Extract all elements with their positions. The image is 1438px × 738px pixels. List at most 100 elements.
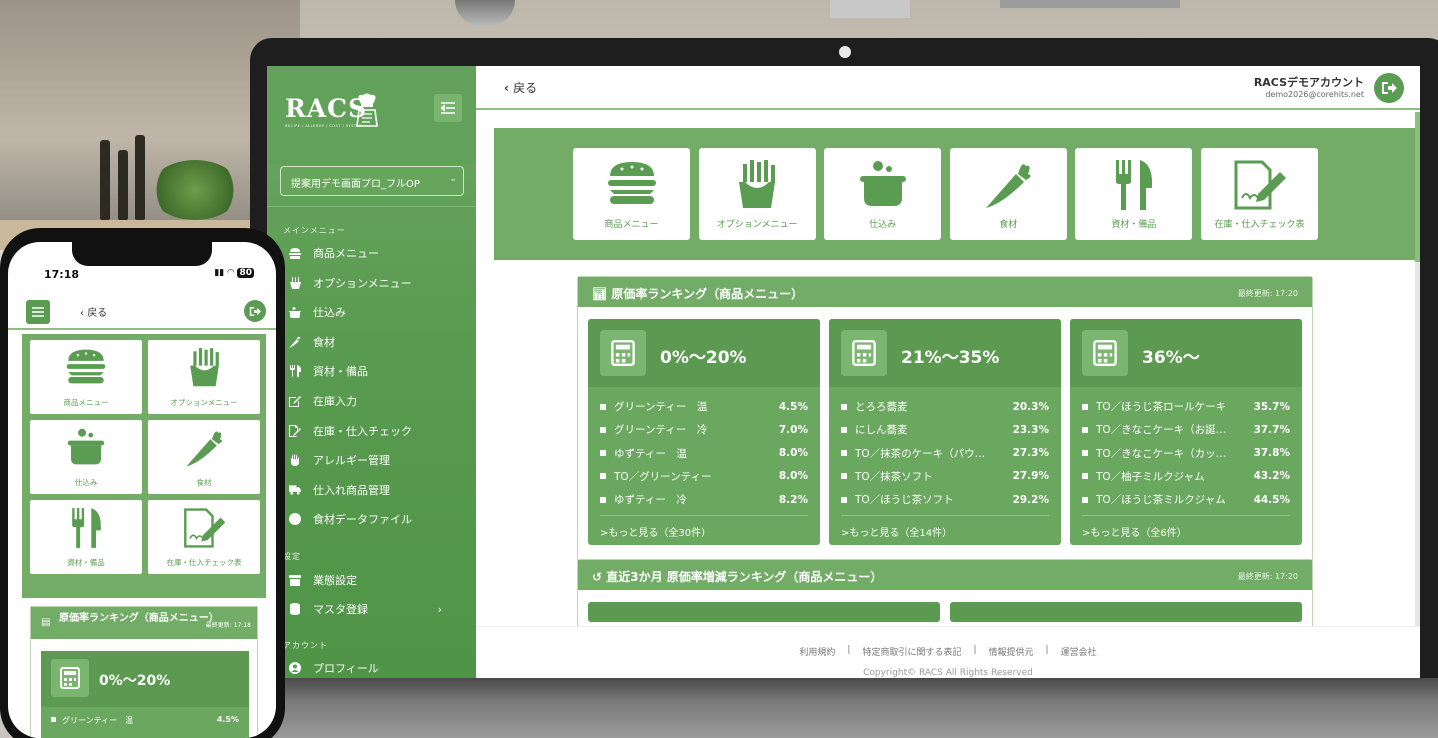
account-info: RACSデモアカウント demo2026@corehits.net bbox=[1254, 74, 1364, 99]
sidebar-item-2[interactable]: オプションメニュー bbox=[267, 270, 476, 296]
ranking-card[interactable]: 0%〜20% グリーンティー 温 4.5% bbox=[41, 651, 249, 738]
cutlery-icon bbox=[69, 508, 104, 552]
scrollbar-thumb[interactable] bbox=[1415, 112, 1420, 262]
ranking-card-3: 36%〜 TO／ほうじ茶ロールケーキ 35.7% TO／きなこケーキ（お誕… 37.7%… bbox=[1070, 319, 1302, 545]
ranking-row[interactable]: TO／きなこケーキ（カッ… 37.8% bbox=[1082, 446, 1290, 461]
ranking-row[interactable]: とろろ蕎麦 20.3% bbox=[841, 399, 1049, 414]
sidebar-item-5[interactable]: 資材・備品 bbox=[267, 358, 476, 384]
sidebar-item-4[interactable]: 食材 bbox=[267, 329, 476, 355]
phone-back-button[interactable]: ‹ 戻る bbox=[80, 304, 107, 319]
see-more-link[interactable]: >もっと見る（全14件） bbox=[841, 515, 1049, 539]
see-more-link[interactable]: >もっと見る（全30件） bbox=[600, 515, 808, 539]
phone-tile-6[interactable]: 在庫・仕入チェック表 bbox=[148, 500, 260, 574]
ranking-row[interactable]: ゆずティー 温 8.0% bbox=[600, 446, 808, 461]
phone-tile-1[interactable]: 商品メニュー bbox=[30, 340, 142, 414]
ranking-row[interactable]: TO／きなこケーキ（お誕… 37.7% bbox=[1082, 422, 1290, 437]
sidebar-item-10[interactable]: 食材データファイル bbox=[267, 506, 476, 532]
item-percent: 27.9% bbox=[1012, 470, 1049, 483]
collapse-icon bbox=[441, 102, 455, 114]
item-percent: 8.0% bbox=[778, 447, 808, 460]
tile-3[interactable]: 仕込み bbox=[824, 148, 942, 240]
tile-label: オプションメニュー bbox=[170, 398, 238, 407]
tile-1[interactable]: 商品メニュー bbox=[573, 148, 690, 240]
pot-icon bbox=[289, 306, 301, 318]
phone-screen: 17:18 ▮▮ ◠ 80 ‹ 戻る 商品メニュー オプションメニュー 仕込み 食材資… bbox=[8, 242, 276, 738]
ranking-row[interactable]: TO／グリーンティー 8.0% bbox=[600, 469, 808, 484]
item-percent: 37.7% bbox=[1253, 423, 1290, 436]
scrollbar[interactable] bbox=[1415, 112, 1420, 626]
cutlery-icon bbox=[1112, 160, 1156, 214]
ranking-row[interactable]: TO／柚子ミルクジャム 43.2% bbox=[1082, 469, 1290, 484]
separator: | bbox=[1045, 645, 1049, 655]
sidebar-item-3[interactable]: 仕込み bbox=[267, 299, 476, 325]
tile-5[interactable]: 資材・備品 bbox=[1075, 148, 1193, 240]
footer-link-terms[interactable]: 利用規約 bbox=[799, 645, 835, 658]
ranking-title: 直近3か月 原価率増減ランキング（商品メニュー） bbox=[606, 570, 883, 584]
carrot-icon bbox=[982, 164, 1034, 214]
sidebar-item-business-settings[interactable]: 業態設定 bbox=[267, 567, 476, 593]
phone-tile-2[interactable]: オプションメニュー bbox=[148, 340, 260, 414]
item-percent: 44.5% bbox=[1253, 493, 1290, 506]
sidebar-item-1[interactable]: 商品メニュー bbox=[267, 240, 476, 266]
see-more-link[interactable]: >もっと見る（全6件） bbox=[1082, 515, 1290, 539]
tile-4[interactable]: 食材 bbox=[949, 148, 1067, 240]
footer-link-source[interactable]: 情報提供元 bbox=[989, 645, 1034, 658]
item-percent: 35.7% bbox=[1253, 400, 1290, 413]
logout-icon bbox=[249, 306, 261, 316]
bullet bbox=[600, 426, 606, 433]
ranking-card bbox=[950, 602, 1302, 622]
sidebar-item-master-registration[interactable]: マスタ登録 › bbox=[267, 596, 476, 622]
sidebar-item-8[interactable]: アレルギー管理 bbox=[267, 447, 476, 473]
sidebar-item-6[interactable]: 在庫入力 bbox=[267, 388, 476, 414]
ranking-row[interactable]: にしん蕎麦 23.3% bbox=[841, 422, 1049, 437]
copyright: Copyright© RACS All Rights Reserved bbox=[863, 668, 1033, 678]
tile-6[interactable]: 在庫・仕入チェック表 bbox=[1201, 148, 1318, 240]
footer-link-company[interactable]: 運営会社 bbox=[1061, 645, 1097, 658]
footer-link-commerce[interactable]: 特定商取引に関する表記 bbox=[862, 645, 961, 658]
tile-2[interactable]: オプションメニュー bbox=[698, 148, 816, 240]
ranking-row[interactable]: グリーンティー 冷 7.0% bbox=[600, 422, 808, 437]
logout-button[interactable] bbox=[1374, 73, 1404, 103]
pot-icon bbox=[66, 428, 106, 470]
ranking-row[interactable]: TO／ほうじ茶ソフト 29.2% bbox=[841, 492, 1049, 507]
user-icon bbox=[289, 662, 301, 674]
sidebar-item-label: オプションメニュー bbox=[313, 276, 412, 290]
ranking-row[interactable]: TO／ほうじ茶ロールケーキ 35.7% bbox=[1082, 399, 1290, 414]
back-label: 戻る bbox=[513, 81, 538, 95]
item-name: にしん蕎麦 bbox=[855, 424, 908, 437]
tile-label: 仕込み bbox=[74, 478, 98, 487]
sidebar-item-9[interactable]: 仕入れ商品管理 bbox=[267, 477, 476, 503]
sidebar-item-profile[interactable]: プロフィール bbox=[267, 655, 476, 678]
checklist-icon bbox=[289, 424, 301, 437]
account-email: demo2026@corehits.net bbox=[1265, 90, 1364, 99]
footer: 利用規約 | 特定商取引に関する表記 | 情報提供元 | 運営会社 Copyright… bbox=[476, 626, 1420, 678]
phone-logout-button[interactable] bbox=[244, 300, 266, 322]
item-name: グリーンティー 温 bbox=[614, 401, 708, 413]
hamburger-button[interactable] bbox=[26, 300, 50, 324]
phone-ranking: ▤ 原価率ランキング（商品メニュー） 最終更新: 17:18 0%〜20% グリ… bbox=[30, 606, 258, 738]
ranking-updated: 最終更新: 17:18 bbox=[205, 622, 251, 629]
ranking-card bbox=[588, 602, 940, 622]
ranking-row[interactable]: TO／抹茶ソフト 27.9% bbox=[841, 469, 1049, 484]
phone-tile-4[interactable]: 食材 bbox=[148, 420, 260, 494]
store-select[interactable]: 提案用デモ画面プロ_フルOP ⌄ bbox=[280, 166, 464, 196]
laptop-screen: RACS RECIPE / ALLERGY / COST / SYSTEM 提案用… bbox=[267, 66, 1420, 678]
ranking-row[interactable]: TO／ほうじ茶ミルクジャム 44.5% bbox=[1082, 492, 1290, 507]
ranking-row[interactable]: ゆずティー 冷 8.2% bbox=[600, 492, 808, 507]
ranking-row[interactable]: グリーンティー 温 4.5% bbox=[600, 399, 808, 414]
signal-icon: ▮▮ bbox=[214, 268, 228, 278]
phone-tile-3[interactable]: 仕込み bbox=[30, 420, 142, 494]
separator: | bbox=[847, 645, 851, 655]
phone-tile-5[interactable]: 資材・備品 bbox=[30, 500, 142, 574]
bullet bbox=[600, 473, 606, 480]
item-percent: 8.0% bbox=[778, 470, 808, 483]
sidebar-toggle-button[interactable] bbox=[434, 94, 462, 122]
sidebar-item-7[interactable]: 在庫・仕入チェック bbox=[267, 418, 476, 444]
ranking-row[interactable]: TO／抹茶のケーキ（パウ… 27.3% bbox=[841, 446, 1049, 461]
bullet bbox=[841, 496, 847, 503]
ranking-title: 原価率ランキング（商品メニュー） bbox=[611, 287, 804, 301]
ranking-row[interactable]: グリーンティー 温 4.5% bbox=[51, 715, 239, 726]
ranking-header: 📊︎ 原価率ランキング（商品メニュー） 最終更新: 17:20 bbox=[578, 277, 1312, 307]
back-button[interactable]: ‹ 戻る bbox=[504, 79, 537, 96]
pot-icon bbox=[858, 161, 908, 212]
